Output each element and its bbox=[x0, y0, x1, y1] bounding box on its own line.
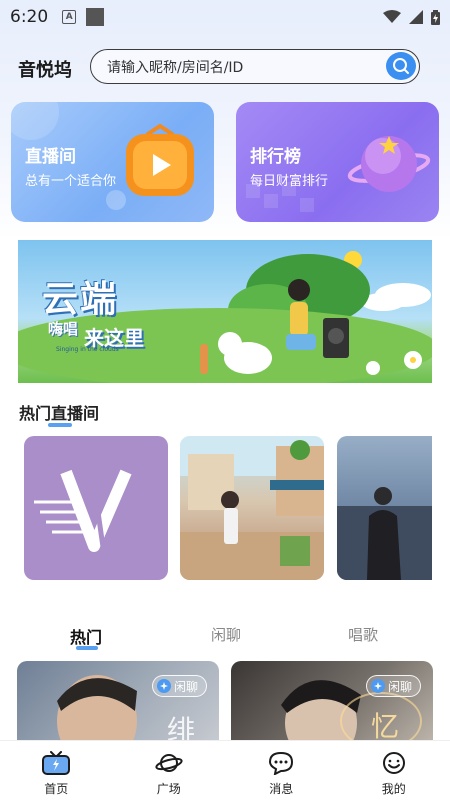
live-room-card[interactable]: 直播间 总有一个适合你 bbox=[11, 102, 214, 222]
nav-square[interactable]: 广场 bbox=[113, 741, 226, 800]
room-illustration bbox=[180, 436, 324, 580]
tv-play-icon bbox=[126, 124, 194, 196]
search-input[interactable]: 请输入昵称/房间名/ID bbox=[90, 49, 420, 84]
nav-messages[interactable]: 消息 bbox=[225, 741, 338, 800]
planet-nav-icon bbox=[155, 754, 183, 772]
tab-chat[interactable]: 闲聊 bbox=[211, 624, 241, 645]
live-room-thumb[interactable] bbox=[180, 436, 324, 580]
room-tag-label: 闲聊 bbox=[387, 679, 412, 694]
notification-square-icon bbox=[86, 8, 105, 26]
status-time: 6:20 bbox=[10, 7, 49, 27]
tab-sing[interactable]: 唱歌 bbox=[348, 624, 378, 645]
room-tag: 闲聊 bbox=[151, 675, 207, 697]
live-room-subtitle: 总有一个适合你 bbox=[25, 174, 117, 189]
nav-messages-label: 消息 bbox=[269, 782, 294, 796]
nav-profile-label: 我的 bbox=[381, 782, 406, 796]
room-card[interactable]: 闲聊 绯 bbox=[17, 661, 219, 751]
signal-icon bbox=[409, 10, 423, 24]
tab-hot[interactable]: 热门 bbox=[70, 624, 102, 648]
banner-small-text: Singing in the clouds bbox=[56, 346, 119, 353]
ranking-title: 排行榜 bbox=[250, 147, 301, 167]
live-room-title: 直播间 bbox=[25, 147, 76, 167]
status-bar: 6:20 A bbox=[0, 0, 450, 34]
notification-a-icon: A bbox=[62, 10, 77, 24]
smiley-icon bbox=[382, 752, 405, 774]
room-card-char: 忆 bbox=[371, 710, 400, 743]
banner-title: 云端 bbox=[42, 279, 119, 320]
nav-square-label: 广场 bbox=[156, 782, 181, 796]
banner-subtitle-a: 嗨唱 bbox=[48, 320, 79, 338]
tab-active-indicator bbox=[76, 646, 98, 650]
nav-home[interactable]: 首页 bbox=[0, 741, 113, 800]
section-underline bbox=[48, 423, 72, 427]
bottom-nav: 首页 广场 消息 我的 bbox=[0, 740, 450, 800]
nav-profile[interactable]: 我的 bbox=[338, 741, 450, 800]
home-tv-icon bbox=[42, 751, 71, 775]
room-photo bbox=[337, 487, 432, 580]
planet-icon bbox=[347, 136, 431, 192]
ranking-subtitle: 每日财富排行 bbox=[250, 174, 329, 189]
sparkle-icon bbox=[156, 679, 171, 693]
sparkle-icon bbox=[370, 679, 385, 693]
ranking-card[interactable]: 排行榜 每日财富排行 bbox=[236, 102, 439, 222]
chat-bubble-icon bbox=[269, 751, 294, 775]
search-button[interactable] bbox=[386, 52, 416, 80]
room-card[interactable]: 闲聊 忆 bbox=[231, 661, 433, 751]
room-tag: 闲聊 bbox=[365, 675, 421, 697]
search-icon bbox=[393, 58, 409, 74]
battery-icon bbox=[431, 9, 440, 25]
app-title: 音悦坞 bbox=[18, 60, 72, 81]
wifi-icon bbox=[383, 10, 401, 23]
live-room-thumb[interactable] bbox=[24, 436, 168, 580]
promo-banner[interactable]: 云端 嗨唱 来这里 Singing in the clouds bbox=[18, 240, 432, 383]
music-logo-icon bbox=[34, 467, 132, 565]
live-room-thumb[interactable] bbox=[337, 436, 432, 580]
hot-live-rooms-heading: 热门直播间 bbox=[19, 404, 100, 423]
room-tag-label: 闲聊 bbox=[173, 679, 198, 694]
nav-home-label: 首页 bbox=[44, 782, 69, 796]
search-placeholder: 请输入昵称/房间名/ID bbox=[107, 59, 244, 76]
